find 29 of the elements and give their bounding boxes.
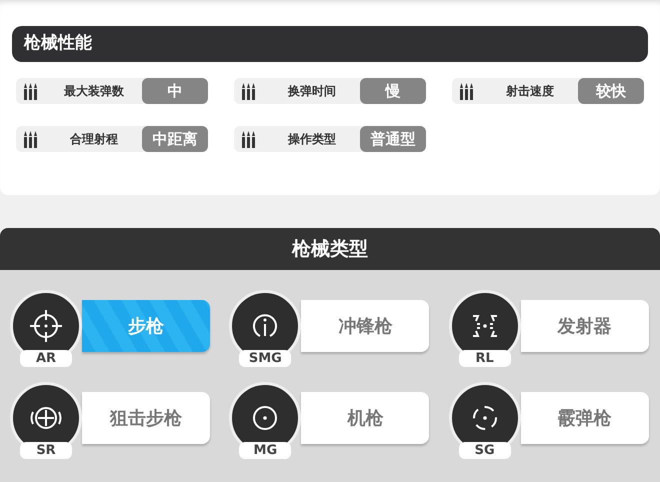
bullets-icon <box>23 130 39 148</box>
bullets-icon <box>459 82 475 100</box>
stat-value: 普通型 <box>360 126 426 152</box>
weapon-code: SR <box>20 442 72 459</box>
bullets-icon <box>23 82 39 100</box>
section-title: 枪械性能 <box>24 32 92 56</box>
weapon-type-button[interactable]: 冲锋枪 <box>301 300 430 352</box>
weapon-type-button[interactable]: 步枪 <box>82 300 210 352</box>
weapon-type-button[interactable]: 狙击步枪 <box>82 392 210 444</box>
weapon-code: RL <box>458 350 511 367</box>
stat-label: 合理射程 <box>69 131 119 148</box>
stat-label: 换弹时间 <box>286 83 337 100</box>
weapon-code: SMG <box>239 350 292 367</box>
stat-label: 射击速度 <box>505 83 555 100</box>
weapon-code: AR <box>20 350 72 367</box>
stat-value: 慢 <box>360 78 426 104</box>
weapon-type-button[interactable]: 发射器 <box>520 300 649 352</box>
stat-value: 中距离 <box>142 126 208 152</box>
weapon-type-button[interactable]: 霰弹枪 <box>520 392 649 444</box>
weapon-type-button[interactable]: 机枪 <box>301 392 430 444</box>
stat-label: 最大装弹数 <box>63 83 125 100</box>
bullets-icon <box>241 82 257 100</box>
weapon-code: MG <box>239 442 292 459</box>
panel-title: 枪械类型 <box>292 236 368 262</box>
stat-label: 操作类型 <box>286 131 337 148</box>
bullets-icon <box>241 130 257 148</box>
weapon-code: SG <box>458 442 511 459</box>
stat-value: 中 <box>142 78 208 104</box>
stat-value: 较快 <box>578 78 644 104</box>
